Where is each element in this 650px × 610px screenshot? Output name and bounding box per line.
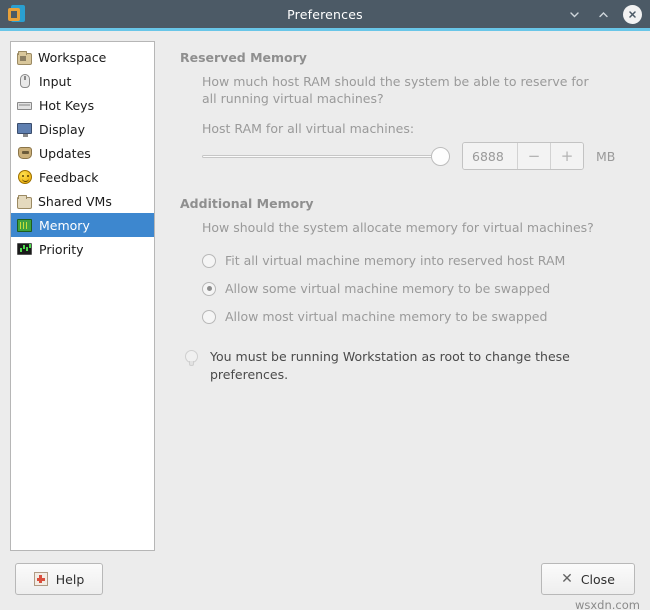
host-ram-spinner[interactable]: 6888 − + xyxy=(462,142,584,170)
folder-icon xyxy=(17,51,32,65)
sidebar-item-label: Priority xyxy=(39,241,84,257)
memory-unit-label: MB xyxy=(596,148,616,164)
maximize-button[interactable] xyxy=(594,5,612,23)
additional-memory-description: How should the system allocate memory fo… xyxy=(202,220,594,235)
help-button-label: Help xyxy=(55,571,85,587)
host-ram-value[interactable]: 6888 xyxy=(463,143,517,169)
close-window-button[interactable] xyxy=(623,4,642,24)
folder-icon xyxy=(17,195,32,209)
priority-graph-icon xyxy=(17,241,33,257)
vmware-workstation-icon xyxy=(7,4,27,24)
minimize-button[interactable] xyxy=(565,5,583,23)
additional-memory-heading: Additional Memory xyxy=(180,196,314,211)
radio-button-icon[interactable] xyxy=(202,253,216,268)
memory-chip-icon xyxy=(17,217,33,233)
sidebar-item-workspace[interactable]: Workspace xyxy=(11,45,154,69)
sidebar-item-feedback[interactable]: Feedback xyxy=(11,165,154,189)
close-x-icon: ✕ xyxy=(561,571,573,587)
sidebar-item-label: Input xyxy=(39,73,72,89)
radio-allow-most-swap[interactable]: Allow most virtual machine memory to be … xyxy=(202,309,640,324)
dialog-footer: Help ✕ Close wsxdn.com xyxy=(0,556,650,610)
preferences-category-list[interactable]: Workspace Input Hot Keys Display Updates… xyxy=(10,41,155,551)
sidebar-item-updates[interactable]: Updates xyxy=(11,141,154,165)
reserved-memory-heading: Reserved Memory xyxy=(180,50,307,65)
notice-text: You must be running Workstation as root … xyxy=(210,349,570,382)
lightbulb-icon xyxy=(185,350,198,368)
monitor-icon xyxy=(17,121,33,137)
smiley-icon xyxy=(17,169,33,185)
mouse-icon xyxy=(17,73,33,89)
sidebar-item-input[interactable]: Input xyxy=(11,69,154,93)
sidebar-item-shared-vms[interactable]: Shared VMs xyxy=(11,189,154,213)
window-title: Preferences xyxy=(287,6,363,22)
sidebar-item-label: Shared VMs xyxy=(38,193,112,209)
watermark: wsxdn.com xyxy=(574,598,640,610)
host-ram-label: Host RAM for all virtual machines: xyxy=(202,121,415,136)
radio-fit-all-memory[interactable]: Fit all virtual machine memory into rese… xyxy=(202,253,640,268)
root-permission-notice: You must be running Workstation as root … xyxy=(180,348,580,384)
window-controls xyxy=(565,4,642,24)
sidebar-item-memory[interactable]: Memory xyxy=(11,213,154,237)
sidebar-item-hot-keys[interactable]: Hot Keys xyxy=(11,93,154,117)
sidebar-item-label: Workspace xyxy=(38,49,107,65)
sidebar-item-label: Feedback xyxy=(39,169,99,185)
reserved-memory-description: How much host RAM should the system be a… xyxy=(202,74,589,106)
radio-label: Allow some virtual machine memory to be … xyxy=(225,281,551,296)
radio-allow-some-swap[interactable]: Allow some virtual machine memory to be … xyxy=(202,281,640,296)
host-ram-slider[interactable] xyxy=(202,145,450,167)
window-titlebar: Preferences xyxy=(0,0,650,28)
host-ram-control-row: 6888 − + MB xyxy=(202,142,640,170)
updates-icon xyxy=(17,145,33,161)
host-ram-decrement-button[interactable]: − xyxy=(517,143,550,169)
keyboard-icon xyxy=(17,97,33,113)
close-button[interactable]: ✕ Close xyxy=(541,563,635,595)
slider-handle[interactable] xyxy=(431,147,450,166)
sidebar-item-label: Updates xyxy=(39,145,91,161)
close-button-label: Close xyxy=(580,571,615,587)
chevron-up-icon xyxy=(598,11,608,17)
memory-settings-panel: Reserved Memory How much host RAM should… xyxy=(155,41,640,556)
help-button[interactable]: Help xyxy=(15,563,103,595)
sidebar-item-label: Hot Keys xyxy=(39,97,95,113)
dialog-content: Workspace Input Hot Keys Display Updates… xyxy=(0,31,650,556)
chevron-down-icon xyxy=(569,11,579,17)
sidebar-item-display[interactable]: Display xyxy=(11,117,154,141)
host-ram-increment-button[interactable]: + xyxy=(550,143,583,169)
radio-button-icon[interactable] xyxy=(202,309,216,324)
radio-label: Allow most virtual machine memory to be … xyxy=(225,309,548,324)
sidebar-item-label: Memory xyxy=(39,217,90,233)
sidebar-item-priority[interactable]: Priority xyxy=(11,237,154,261)
sidebar-item-label: Display xyxy=(39,121,86,137)
help-icon xyxy=(33,572,48,586)
close-icon xyxy=(629,10,636,18)
radio-label: Fit all virtual machine memory into rese… xyxy=(225,253,566,268)
slider-track xyxy=(202,155,450,158)
radio-button-icon-selected[interactable] xyxy=(202,281,216,296)
